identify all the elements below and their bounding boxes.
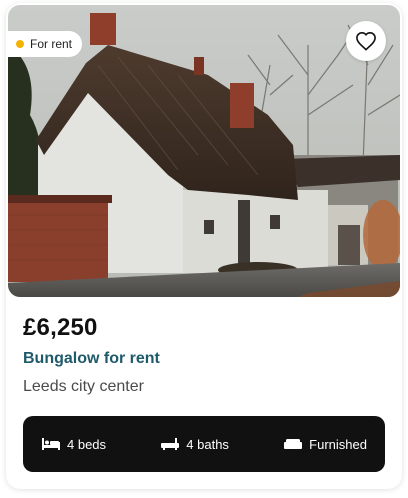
status-dot (16, 40, 24, 48)
bed-icon (42, 438, 60, 450)
bath-icon (161, 438, 180, 450)
beds-label: 4 beds (67, 436, 107, 452)
listing-location: Leeds city center (23, 378, 144, 395)
feature-beds: 4 beds (41, 437, 106, 452)
feature-furnishing: Furnished (283, 437, 367, 452)
status-label: For rent (30, 37, 73, 51)
heart-icon (356, 31, 376, 51)
status-badge: For rent (8, 31, 83, 57)
features-bar: 4 beds 4 baths Furnished (23, 416, 385, 472)
listing-price: £6,250 (23, 314, 98, 341)
sofa-icon (284, 439, 303, 449)
feature-baths: 4 baths (160, 437, 229, 452)
furnishing-label: Furnished (309, 436, 367, 452)
baths-label: 4 baths (186, 436, 229, 452)
listing-title[interactable]: Bungalow for rent (23, 350, 160, 368)
property-card[interactable]: For rent £6,250 Bungalow for rent Leeds … (6, 3, 402, 489)
favorite-button[interactable] (346, 21, 386, 61)
